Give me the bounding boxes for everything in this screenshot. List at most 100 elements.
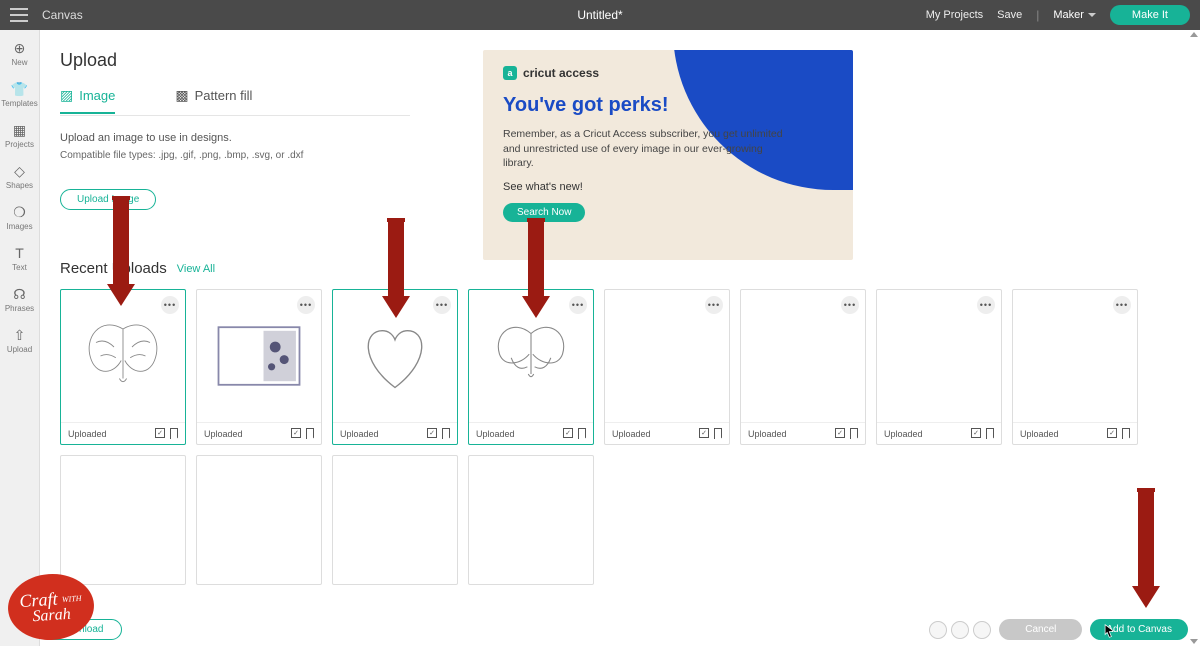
check-badge-icon[interactable]: ✓ bbox=[699, 428, 709, 438]
card-status: Uploaded bbox=[748, 429, 787, 439]
pattern-icon: ▩ bbox=[175, 87, 188, 104]
card-menu-icon[interactable]: ••• bbox=[161, 296, 179, 314]
nav-label: Templates bbox=[1, 99, 37, 108]
preview-dot bbox=[951, 621, 969, 639]
card-blank[interactable] bbox=[196, 455, 322, 585]
nav-images[interactable]: ❍ Images bbox=[6, 204, 32, 231]
card-icons: ✓ bbox=[563, 428, 586, 439]
add-to-canvas-button[interactable]: Add to Canvas bbox=[1090, 619, 1188, 640]
bookmark-icon[interactable] bbox=[986, 428, 994, 439]
upload-card[interactable]: ••• Uploaded ✓ bbox=[1012, 289, 1138, 445]
image-icon: ▨ bbox=[60, 87, 73, 104]
nav-templates[interactable]: 👕 Templates bbox=[1, 81, 37, 108]
recent-cards-row2 bbox=[60, 455, 1184, 585]
shapes-icon: ◇ bbox=[11, 163, 27, 179]
logo-badge: WITH bbox=[62, 594, 82, 604]
card-footer: Uploaded✓ bbox=[605, 422, 729, 444]
upload-card[interactable]: ••• Uploaded ✓ bbox=[332, 289, 458, 445]
tshirt-icon: 👕 bbox=[12, 81, 28, 97]
topbar: Canvas Untitled* My Projects Save | Make… bbox=[0, 0, 1200, 30]
check-badge-icon[interactable]: ✓ bbox=[427, 428, 437, 438]
nav-new[interactable]: ⊕ New bbox=[11, 40, 27, 67]
menu-icon[interactable] bbox=[10, 8, 28, 22]
card-menu-icon[interactable]: ••• bbox=[569, 296, 587, 314]
grid-icon: ▦ bbox=[12, 122, 28, 138]
bookmark-icon[interactable] bbox=[442, 428, 450, 439]
upload-card[interactable]: ••• Uploaded ✓ bbox=[60, 289, 186, 445]
upload-icon: ⇧ bbox=[11, 327, 27, 343]
logo-line2: Sarah bbox=[32, 607, 71, 626]
make-it-button[interactable]: Make It bbox=[1110, 5, 1190, 25]
bottom-bar: Download Cancel Add to Canvas bbox=[40, 619, 1188, 640]
bookmark-icon[interactable] bbox=[306, 428, 314, 439]
promo-body: Remember, as a Cricut Access subscriber,… bbox=[503, 127, 793, 171]
card-menu-icon[interactable]: ••• bbox=[841, 296, 859, 314]
preview-dot bbox=[973, 621, 991, 639]
card-menu-icon[interactable]: ••• bbox=[977, 296, 995, 314]
card-icons: ✓ bbox=[427, 428, 450, 439]
topbar-right: My Projects Save | Maker Make It bbox=[926, 5, 1190, 25]
card-status: Uploaded bbox=[68, 429, 107, 439]
nav-upload[interactable]: ⇧ Upload bbox=[7, 327, 32, 354]
left-nav: ⊕ New 👕 Templates ▦ Projects ◇ Shapes ❍ … bbox=[0, 30, 40, 646]
nav-label: Upload bbox=[7, 345, 32, 354]
card-icons: ✓ bbox=[699, 428, 722, 439]
machine-selector[interactable]: Maker bbox=[1053, 9, 1096, 21]
upload-card[interactable]: ••• Uploaded ✓ bbox=[196, 289, 322, 445]
scroll-down-icon[interactable] bbox=[1190, 639, 1198, 644]
upload-image-button[interactable]: Upload Image bbox=[60, 189, 156, 210]
card-blank[interactable] bbox=[60, 455, 186, 585]
bookmark-icon[interactable] bbox=[714, 428, 722, 439]
check-badge-icon[interactable]: ✓ bbox=[1107, 428, 1117, 438]
card-blank[interactable] bbox=[332, 455, 458, 585]
main-panel: Upload ▨ Image ▩ Pattern fill Upload an … bbox=[40, 30, 1200, 646]
tab-pattern-fill[interactable]: ▩ Pattern fill bbox=[175, 87, 252, 114]
cancel-button[interactable]: Cancel bbox=[999, 619, 1082, 640]
view-all-link[interactable]: View All bbox=[177, 263, 215, 275]
promo-search-button[interactable]: Search Now bbox=[503, 203, 585, 222]
card-icons: ✓ bbox=[155, 428, 178, 439]
scrollbar[interactable] bbox=[1190, 30, 1198, 646]
nav-phrases[interactable]: ☊ Phrases bbox=[5, 286, 34, 313]
card-status: Uploaded bbox=[204, 429, 243, 439]
scroll-up-icon[interactable] bbox=[1190, 32, 1198, 37]
card-footer: Uploaded ✓ bbox=[197, 422, 321, 444]
nav-label: Text bbox=[12, 263, 27, 272]
check-badge-icon[interactable]: ✓ bbox=[835, 428, 845, 438]
check-badge-icon[interactable]: ✓ bbox=[971, 428, 981, 438]
upload-card[interactable]: ••• Uploaded✓ bbox=[604, 289, 730, 445]
card-blank[interactable] bbox=[468, 455, 594, 585]
upload-card[interactable]: •••Uploaded✓ bbox=[468, 289, 594, 445]
card-status: Uploaded bbox=[340, 429, 379, 439]
bookmark-icon[interactable] bbox=[170, 428, 178, 439]
upload-card[interactable]: ••• Uploaded ✓ bbox=[740, 289, 866, 445]
balloon-icon: ❍ bbox=[11, 204, 27, 220]
machine-name: Maker bbox=[1053, 9, 1084, 21]
nav-label: Images bbox=[6, 222, 32, 231]
preview-dot bbox=[929, 621, 947, 639]
card-footer: Uploaded✓ bbox=[877, 422, 1001, 444]
card-menu-icon[interactable]: ••• bbox=[705, 296, 723, 314]
card-status: Uploaded bbox=[1020, 429, 1059, 439]
nav-text[interactable]: T Text bbox=[12, 245, 28, 272]
nav-projects[interactable]: ▦ Projects bbox=[5, 122, 34, 149]
card-menu-icon[interactable]: ••• bbox=[433, 296, 451, 314]
check-badge-icon[interactable]: ✓ bbox=[291, 428, 301, 438]
bookmark-icon[interactable] bbox=[578, 428, 586, 439]
bookmark-icon[interactable] bbox=[850, 428, 858, 439]
save-link[interactable]: Save bbox=[997, 9, 1022, 21]
check-badge-icon[interactable]: ✓ bbox=[563, 428, 573, 438]
card-footer: Uploaded ✓ bbox=[1013, 422, 1137, 444]
card-footer: Uploaded ✓ bbox=[741, 422, 865, 444]
check-badge-icon[interactable]: ✓ bbox=[155, 428, 165, 438]
card-menu-icon[interactable]: ••• bbox=[297, 296, 315, 314]
my-projects-link[interactable]: My Projects bbox=[926, 9, 983, 21]
upload-card[interactable]: ••• Uploaded✓ bbox=[876, 289, 1002, 445]
promo-brand: a cricut access bbox=[503, 66, 833, 80]
card-menu-icon[interactable]: ••• bbox=[1113, 296, 1131, 314]
tab-image[interactable]: ▨ Image bbox=[60, 87, 115, 114]
bookmark-icon[interactable] bbox=[1122, 428, 1130, 439]
divider: | bbox=[1036, 8, 1039, 22]
nav-shapes[interactable]: ◇ Shapes bbox=[6, 163, 33, 190]
card-icons: ✓ bbox=[291, 428, 314, 439]
